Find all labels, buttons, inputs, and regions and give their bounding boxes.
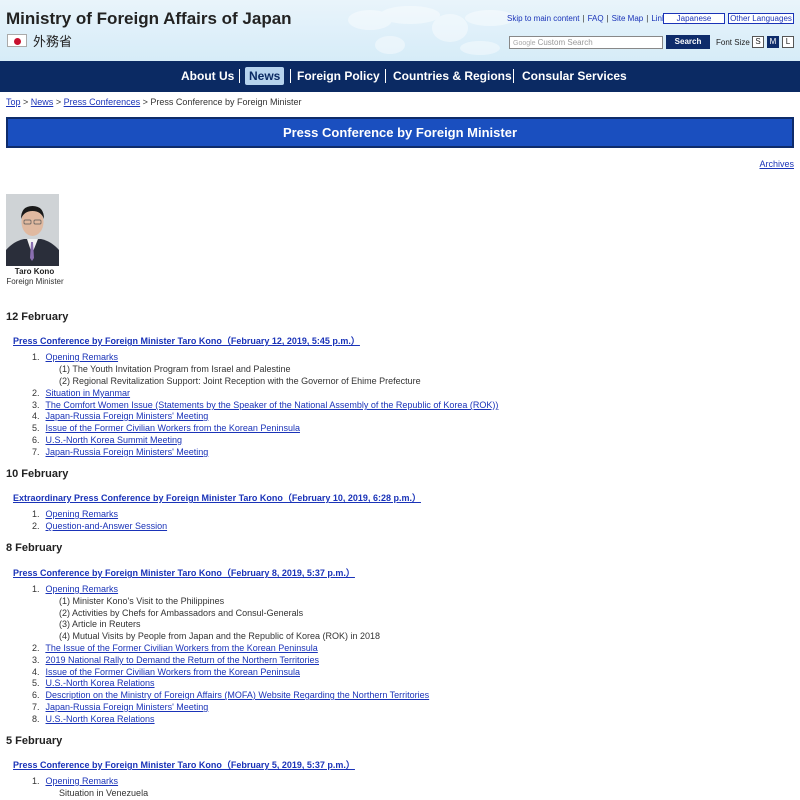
japan-flag-icon	[7, 34, 27, 47]
nav-consular-services[interactable]: Consular Services	[522, 69, 627, 83]
site-header: Ministry of Foreign Affairs of Japan 外務省…	[0, 0, 800, 61]
other-languages-button[interactable]: Other Languages	[728, 13, 794, 24]
nav-divider	[239, 69, 240, 83]
breadcrumb-separator: >	[55, 97, 64, 107]
sub-item: Situation in Venezuela	[59, 788, 149, 798]
conference-link[interactable]: Press Conference by Foreign Minister Tar…	[13, 566, 355, 579]
breadcrumb-separator: >	[23, 97, 31, 107]
breadcrumb-current: Press Conference by Foreign Minister	[150, 97, 302, 107]
topic-link[interactable]: Opening Remarks	[46, 509, 119, 519]
topic-link[interactable]: U.S.-North Korea Relations	[46, 678, 155, 688]
list-item: 5. Issue of the Former Civilian Workers …	[32, 423, 300, 433]
topic-link[interactable]: Description on the Ministry of Foreign A…	[46, 690, 430, 700]
list-item: 1. Opening Remarks	[32, 509, 119, 519]
list-item: 7. Japan-Russia Foreign Ministers' Meeti…	[32, 447, 209, 457]
divider: |	[646, 14, 649, 23]
topic-link[interactable]: Issue of the Former Civilian Workers fro…	[46, 423, 300, 433]
logo-japanese-text: 外務省	[33, 35, 73, 50]
archives-link[interactable]: Archives	[759, 159, 794, 169]
list-item: 2. Situation in Myanmar	[32, 388, 131, 398]
conference-link[interactable]: Press Conference by Foreign Minister Tar…	[13, 758, 355, 771]
page-title: Press Conference by Foreign Minister	[6, 117, 794, 148]
section-date: 10 February	[6, 468, 69, 480]
faq-link[interactable]: FAQ	[588, 14, 604, 23]
list-item: 3. 2019 National Rally to Demand the Ret…	[32, 655, 319, 665]
font-size-large-button[interactable]: L	[782, 36, 794, 48]
mofa-logo[interactable]: 外務省	[7, 31, 72, 50]
topic-link[interactable]: 2019 National Rally to Demand the Return…	[46, 655, 319, 665]
topic-link[interactable]: The Comfort Women Issue (Statements by t…	[45, 400, 498, 410]
topic-link[interactable]: Japan-Russia Foreign Ministers' Meeting	[46, 411, 209, 421]
topic-link[interactable]: Opening Remarks	[46, 584, 119, 594]
list-item: 1. Opening Remarks	[32, 776, 119, 786]
topic-link[interactable]: Question-and-Answer Session	[46, 521, 168, 531]
world-map-graphic	[348, 6, 515, 55]
section-date: 5 February	[6, 735, 63, 747]
section-date: 12 February	[6, 311, 69, 323]
list-item: 2. The Issue of the Former Civilian Work…	[32, 643, 318, 653]
list-item: 3. The Comfort Women Issue (Statements b…	[32, 400, 499, 410]
topic-link[interactable]: Japan-Russia Foreign Ministers' Meeting	[46, 702, 209, 712]
conference-link[interactable]: Press Conference by Foreign Minister Tar…	[13, 334, 360, 347]
breadcrumb-press-conferences[interactable]: Press Conferences	[64, 97, 141, 107]
sub-item: (1) The Youth Invitation Program from Is…	[59, 364, 291, 374]
list-item: 6. U.S.-North Korea Summit Meeting	[32, 435, 183, 445]
sub-item: (1) Minister Kono's Visit to the Philipp…	[59, 596, 225, 606]
search-button[interactable]: Search	[666, 35, 710, 49]
font-size-medium-button[interactable]: M	[767, 36, 779, 48]
sub-item: (4) Mutual Visits by People from Japan a…	[59, 631, 381, 641]
nav-countries-regions[interactable]: Countries & Regions	[393, 69, 512, 83]
topic-link[interactable]: U.S.-North Korea Relations	[46, 714, 155, 724]
divider: |	[606, 14, 609, 23]
japanese-language-button[interactable]: Japanese	[663, 13, 725, 24]
list-item: 2. Question-and-Answer Session	[32, 521, 168, 531]
list-item: 5. U.S.-North Korea Relations	[32, 678, 155, 688]
breadcrumb-news[interactable]: News	[31, 97, 54, 107]
conference-link[interactable]: Extraordinary Press Conference by Foreig…	[13, 491, 421, 504]
topic-link[interactable]: U.S.-North Korea Summit Meeting	[46, 435, 183, 445]
breadcrumb-top[interactable]: Top	[6, 97, 21, 107]
search-input[interactable]: Google Custom Search	[509, 36, 663, 49]
nav-foreign-policy[interactable]: Foreign Policy	[297, 69, 380, 83]
utility-links: Skip to main content | FAQ | Site Map | …	[507, 14, 670, 23]
topic-link[interactable]: Opening Remarks	[46, 776, 119, 786]
nav-divider	[513, 69, 514, 83]
site-title[interactable]: Ministry of Foreign Affairs of Japan	[6, 9, 292, 29]
list-item: 7. Japan-Russia Foreign Ministers' Meeti…	[32, 702, 209, 712]
site-map-link[interactable]: Site Map	[612, 14, 644, 23]
nav-news[interactable]: News	[245, 67, 285, 85]
section-date: 8 February	[6, 542, 63, 554]
skip-to-main-link[interactable]: Skip to main content	[507, 14, 579, 23]
portrait-image	[6, 194, 59, 266]
sub-item: (2) Activities by Chefs for Ambassadors …	[59, 608, 304, 618]
topic-link[interactable]: Situation in Myanmar	[46, 388, 131, 398]
sub-item: (2) Regional Revitalization Support: Joi…	[59, 376, 421, 386]
topic-link[interactable]: The Issue of the Former Civilian Workers…	[45, 643, 317, 653]
nav-about-us[interactable]: About Us	[181, 69, 234, 83]
topic-link[interactable]: Opening Remarks	[46, 352, 119, 362]
list-item: 1. Opening Remarks	[32, 352, 119, 362]
minister-name: Taro Kono	[14, 267, 55, 276]
google-brand-label: Google	[513, 40, 536, 47]
topic-link[interactable]: Issue of the Former Civilian Workers fro…	[46, 667, 300, 677]
topic-link[interactable]: Japan-Russia Foreign Ministers' Meeting	[46, 447, 209, 457]
minister-portrait	[6, 194, 59, 266]
list-item: 1. Opening Remarks	[32, 584, 119, 594]
breadcrumb: Top > News > Press Conferences > Press C…	[6, 97, 301, 107]
sub-item: (3) Article in Reuters	[59, 619, 141, 629]
font-size-label: Font Size	[716, 38, 750, 47]
search-placeholder: Custom Search	[537, 38, 593, 47]
divider: |	[582, 14, 585, 23]
nav-divider	[385, 69, 386, 83]
main-nav: About Us News Foreign Policy Countries &…	[0, 61, 800, 92]
list-item: 4. Issue of the Former Civilian Workers …	[32, 667, 300, 677]
nav-divider	[290, 69, 291, 83]
list-item: 8. U.S.-North Korea Relations	[32, 714, 155, 724]
font-size-small-button[interactable]: S	[752, 36, 764, 48]
list-item: 6. Description on the Ministry of Foreig…	[32, 690, 430, 700]
list-item: 4. Japan-Russia Foreign Ministers' Meeti…	[32, 411, 209, 421]
minister-title: Foreign Minister	[6, 277, 64, 286]
